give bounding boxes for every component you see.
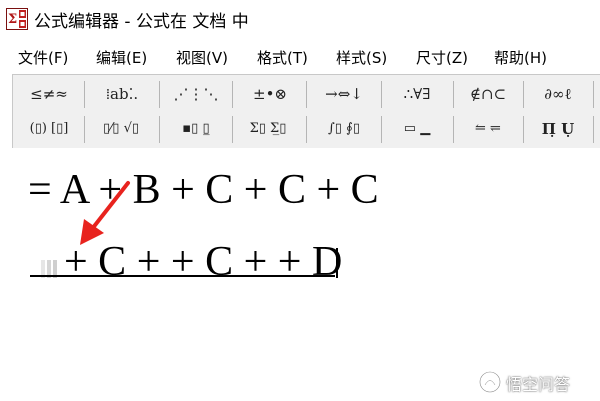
toolbar-divider	[306, 81, 307, 108]
wukong-logo-icon	[479, 371, 501, 393]
embellishments-button[interactable]: ⋰⋮⋱	[165, 81, 227, 107]
arrow-symbols-button[interactable]: →⇔↓	[311, 81, 377, 107]
toolbar-divider	[159, 81, 160, 108]
toolbar-divider	[232, 81, 233, 108]
toolbar-divider	[453, 116, 454, 143]
operator-symbols-button[interactable]: ±•⊗	[239, 81, 301, 107]
equation-underline	[30, 275, 335, 277]
summation-templates-button[interactable]: Σ▯ Σ̲▯	[235, 116, 301, 142]
toolbar-divider	[84, 116, 85, 143]
red-arrow-icon	[80, 181, 130, 245]
empty-slot-placeholder[interactable]	[40, 256, 62, 282]
spaces-ellipses-button[interactable]: ⁞ab⁚.	[91, 81, 153, 107]
toolbar-divider	[593, 116, 594, 143]
menu-style[interactable]: 样式(S)	[336, 47, 387, 68]
toolbar-divider	[232, 116, 233, 143]
menu-edit[interactable]: 编辑(E)	[96, 47, 147, 68]
relational-symbols-button[interactable]: ≤≠≈	[19, 81, 79, 107]
underbar-overbar-templates-button[interactable]: ▭ ▁	[385, 116, 449, 142]
set-theory-symbols-button[interactable]: ∉∩⊂	[457, 81, 519, 107]
template-palette-row: (▯) [▯] ▯⁄▯ √▯ ▪▯ ▯̲ Σ▯ Σ̲▯ ∫▯ ∮▯ ▭ ▁ ⥪ …	[13, 113, 600, 146]
title-bar: Σ 公式编辑器 - 公式在 文档 中	[0, 0, 600, 38]
integral-templates-button[interactable]: ∫▯ ∮▯	[311, 116, 377, 142]
svg-text:Σ: Σ	[8, 12, 17, 27]
menu-view[interactable]: 视图(V)	[176, 47, 228, 68]
misc-symbols-button[interactable]: ∂∞ℓ	[527, 81, 589, 107]
text-cursor	[336, 248, 338, 278]
fraction-radical-templates-button[interactable]: ▯⁄▯ √▯	[89, 116, 153, 142]
menu-help[interactable]: 帮助(H)	[494, 47, 547, 68]
menu-format[interactable]: 格式(T)	[257, 47, 308, 68]
toolbar-divider	[453, 81, 454, 108]
toolbar-divider	[523, 116, 524, 143]
equation-editor-icon: Σ	[6, 8, 28, 30]
toolbar-divider	[381, 81, 382, 108]
product-templates-button[interactable]: Π̣ Ụ	[527, 116, 589, 142]
window-title: 公式编辑器 - 公式在 文档 中	[34, 12, 249, 32]
logical-symbols-button[interactable]: ∴∀∃	[385, 81, 449, 107]
labeled-arrow-templates-button[interactable]: ⥪ ⥫	[457, 116, 519, 142]
toolbar-divider	[84, 81, 85, 108]
symbol-palette-row: ≤≠≈ ⁞ab⁚. ⋰⋮⋱ ±•⊗ →⇔↓ ∴∀∃ ∉∩⊂ ∂∞ℓ	[13, 78, 600, 111]
toolbar-divider	[523, 81, 524, 108]
toolbar-divider	[159, 116, 160, 143]
toolbar-divider	[593, 81, 594, 108]
menu-size[interactable]: 尺寸(Z)	[416, 47, 468, 68]
subscript-superscript-templates-button[interactable]: ▪▯ ▯̲	[165, 116, 227, 142]
toolbar-divider	[381, 116, 382, 143]
template-palette-toolbar: ≤≠≈ ⁞ab⁚. ⋰⋮⋱ ±•⊗ →⇔↓ ∴∀∃ ∉∩⊂ ∂∞ℓ (▯) [▯…	[12, 74, 600, 148]
toolbar-divider	[306, 116, 307, 143]
menu-file[interactable]: 文件(F)	[18, 47, 68, 68]
menu-bar: 文件(F) 编辑(E) 视图(V) 格式(T) 样式(S) 尺寸(Z) 帮助(H…	[0, 40, 600, 72]
fence-templates-button[interactable]: (▯) [▯]	[17, 116, 81, 142]
watermark-text: 悟空问答	[506, 375, 571, 394]
